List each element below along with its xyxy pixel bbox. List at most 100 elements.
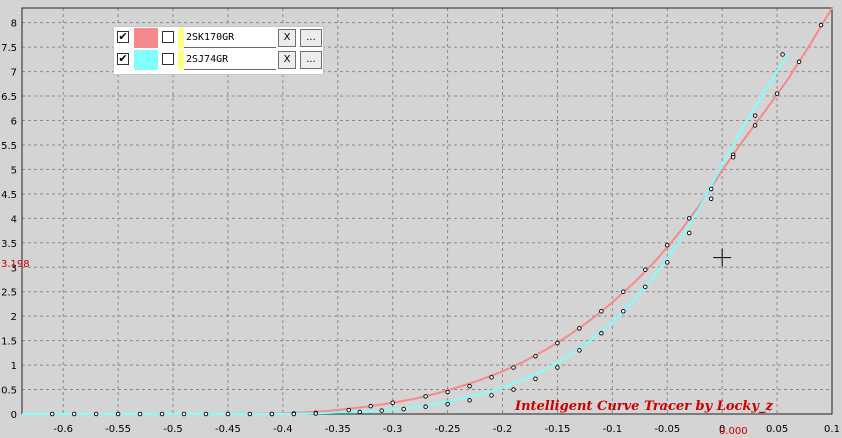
watermark-text: Intelligent Curve Tracer by Locky_z <box>514 399 773 414</box>
data-point <box>181 411 187 417</box>
data-point <box>708 196 714 202</box>
data-point <box>137 411 143 417</box>
data-point <box>774 91 780 96</box>
data-point <box>708 186 714 192</box>
x-tick-label: -0.1 <box>603 424 623 435</box>
data-point <box>818 22 824 28</box>
y-tick-label: 8 <box>11 19 17 30</box>
data-point <box>730 154 736 160</box>
data-point <box>555 365 560 370</box>
y-tick-label: 2 <box>11 312 17 323</box>
data-point <box>686 216 692 221</box>
data-point <box>643 284 648 290</box>
y-tick-label: 2.5 <box>1 288 17 299</box>
x-tick-label: -0.55 <box>105 424 131 435</box>
series-select-checkbox[interactable] <box>162 53 174 65</box>
y-tick-label: 5 <box>11 165 17 176</box>
data-point <box>379 408 384 413</box>
series-options-button[interactable]: ... <box>300 51 322 69</box>
data-point <box>752 113 758 118</box>
marker-layer <box>49 22 824 417</box>
check-icon: ✔ <box>118 30 128 43</box>
x-tick-label: 0.05 <box>766 424 788 435</box>
data-point <box>555 340 560 346</box>
x-tick-label: -0.4 <box>273 424 293 435</box>
y-tick-label: 4 <box>11 214 17 225</box>
series-visible-checkbox[interactable]: ✔ <box>117 31 129 43</box>
data-point <box>346 407 351 413</box>
data-point <box>445 401 450 407</box>
y-tick-label: 7.5 <box>1 43 17 54</box>
series-color-swatch[interactable] <box>134 50 158 70</box>
data-point <box>203 411 209 417</box>
data-point <box>247 411 253 417</box>
data-point <box>357 409 362 415</box>
data-point <box>71 411 77 417</box>
series-options-button[interactable]: ... <box>300 29 322 47</box>
cursor-y-readout: 3.198 <box>1 259 30 270</box>
x-tick-label: 0.1 <box>824 424 840 435</box>
legend-panel: ✔ 2SK170GR X ... ✔ 2SJ74GR X ... <box>113 26 324 75</box>
tick-layer: -0.6 -0.55 -0.5 -0.45 -0.4 -0.35 -0.3 -0.25 -0.2… <box>1 19 840 435</box>
data-point <box>401 406 406 412</box>
x-tick-label: -0.05 <box>654 424 680 435</box>
y-tick-label: 7 <box>11 68 17 79</box>
data-point <box>780 52 785 57</box>
data-point <box>643 267 648 272</box>
x-tick-label: -0.25 <box>435 424 461 435</box>
data-point <box>577 326 582 331</box>
data-point <box>599 309 604 314</box>
data-point <box>533 376 538 382</box>
legend-item-2sj74gr: ✔ 2SJ74GR X ... <box>114 50 325 72</box>
data-point <box>686 230 692 236</box>
data-point <box>489 393 494 398</box>
data-point <box>467 398 472 403</box>
y-tick-label: 6.5 <box>1 92 17 103</box>
data-point <box>368 403 373 409</box>
data-point <box>467 383 472 389</box>
data-point <box>313 411 319 416</box>
y-tick-label: 1 <box>11 361 17 372</box>
x-tick-label: -0.2 <box>493 424 513 435</box>
legend-item-2sk170gr: ✔ 2SK170GR X ... <box>114 28 325 50</box>
data-point <box>390 400 395 405</box>
y-tick-label: 0 <box>11 410 17 421</box>
data-point <box>93 411 99 417</box>
x-tick-label: -0.3 <box>383 424 403 435</box>
data-point <box>752 123 758 128</box>
data-point <box>511 387 516 392</box>
data-point <box>796 59 802 65</box>
data-point <box>269 411 275 417</box>
data-point <box>423 404 428 409</box>
data-point <box>423 394 428 399</box>
series-color-swatch[interactable] <box>134 28 158 48</box>
x-tick-label: -0.6 <box>53 424 73 435</box>
crosshair-cursor-icon <box>713 248 732 267</box>
series-name-field[interactable]: 2SK170GR <box>184 28 276 48</box>
data-point <box>511 365 516 370</box>
data-point <box>577 348 582 353</box>
y-tick-label: 6 <box>11 117 17 128</box>
data-point <box>599 331 604 336</box>
cursor-x-readout: 0.000 <box>719 426 748 437</box>
data-point <box>621 309 626 314</box>
data-point <box>533 354 538 359</box>
y-tick-label: 3.5 <box>1 239 17 250</box>
y-tick-label: 0.5 <box>1 386 17 397</box>
remove-series-button[interactable]: X <box>278 51 296 69</box>
x-tick-label: -0.15 <box>544 424 570 435</box>
remove-series-button[interactable]: X <box>278 29 296 47</box>
y-tick-label: 4.5 <box>1 190 17 201</box>
data-point <box>159 411 165 417</box>
data-point <box>115 411 121 417</box>
series-visible-checkbox[interactable]: ✔ <box>117 53 129 65</box>
y-tick-label: 5.5 <box>1 141 17 152</box>
data-point <box>49 411 55 417</box>
series-name-field[interactable]: 2SJ74GR <box>184 50 276 70</box>
series-select-checkbox[interactable] <box>162 31 174 43</box>
check-icon: ✔ <box>118 52 128 65</box>
data-point <box>445 389 450 395</box>
y-tick-label: 1.5 <box>1 337 17 348</box>
series-line-2sj74gr <box>22 53 789 415</box>
x-tick-label: -0.45 <box>215 424 241 435</box>
